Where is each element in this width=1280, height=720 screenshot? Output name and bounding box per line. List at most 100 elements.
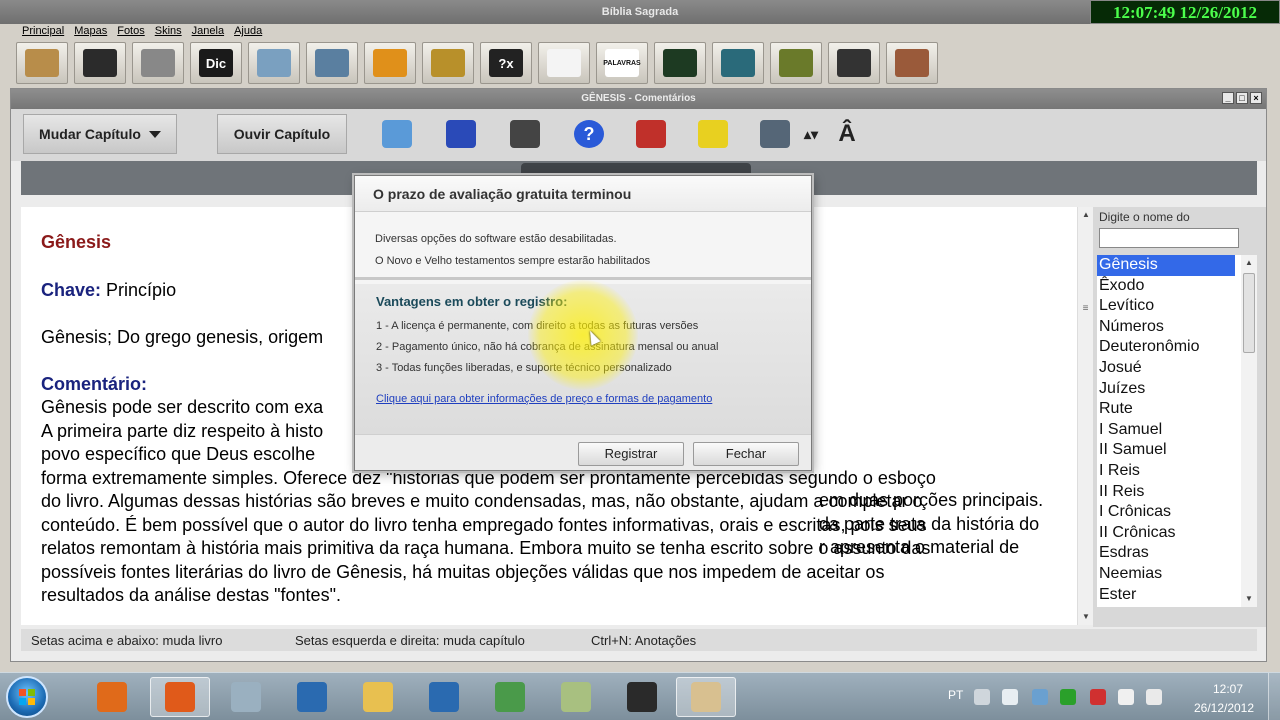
battery-icon[interactable] xyxy=(1146,689,1162,705)
keyboard-icon[interactable] xyxy=(974,689,990,705)
close-window-button[interactable]: × xyxy=(1250,92,1262,104)
book-list-item[interactable]: Deuteronômio xyxy=(1097,337,1257,358)
menu-mapas[interactable]: Mapas xyxy=(74,25,107,41)
taskbar-date[interactable]: 26/12/2012 xyxy=(1188,701,1260,715)
action-center-icon[interactable] xyxy=(1090,689,1106,705)
menu-skins[interactable]: Skins xyxy=(155,25,182,41)
toolbar-button[interactable] xyxy=(770,42,822,84)
menu-fotos[interactable]: Fotos xyxy=(117,25,145,41)
check-icon[interactable] xyxy=(1060,689,1076,705)
bible-app-icon xyxy=(691,682,721,712)
toolbar-button[interactable] xyxy=(74,42,126,84)
photos-icon xyxy=(315,49,349,77)
network-icon[interactable] xyxy=(1032,689,1048,705)
taskbar-app-button[interactable] xyxy=(348,677,408,717)
taskbar-app-button[interactable] xyxy=(612,677,672,717)
media-player-icon xyxy=(97,682,127,712)
book-list-scrollbar[interactable]: ▲ ▼ xyxy=(1241,255,1257,607)
list-scroll-down-icon[interactable]: ▼ xyxy=(1241,591,1257,607)
tool-button[interactable] xyxy=(441,115,481,153)
list-scroll-thumb[interactable] xyxy=(1243,273,1255,353)
scroll-down-arrow-icon[interactable]: ▼ xyxy=(1078,609,1094,625)
book-list-item[interactable]: Neemias xyxy=(1097,564,1257,585)
toolbar-button[interactable] xyxy=(248,42,300,84)
taskbar-app-button[interactable] xyxy=(480,677,540,717)
start-button[interactable] xyxy=(6,676,48,718)
listen-chapter-button[interactable]: Ouvir Capítulo xyxy=(217,114,347,154)
book-list-item[interactable]: Ester xyxy=(1097,585,1257,606)
volume-icon[interactable] xyxy=(1002,689,1018,705)
menu-ajuda[interactable]: Ajuda xyxy=(234,25,262,41)
book-list-item[interactable]: Josué xyxy=(1097,358,1257,379)
scroll-grip-icon[interactable]: ≡ xyxy=(1078,303,1093,314)
status-left-right: Setas esquerda e direita: muda capítulo xyxy=(295,633,525,648)
book-list-item[interactable]: Juízes xyxy=(1097,379,1257,400)
change-chapter-button[interactable]: Mudar Capítulo xyxy=(23,114,177,154)
book-list-item[interactable]: II Reis xyxy=(1097,482,1257,503)
taskbar-time[interactable]: 12:07 xyxy=(1198,682,1258,696)
book-list-item[interactable]: I Reis xyxy=(1097,461,1257,482)
book-list-item[interactable]: Êxodo xyxy=(1097,276,1257,297)
tool-button[interactable] xyxy=(693,115,733,153)
book-list-item[interactable]: II Samuel xyxy=(1097,440,1257,461)
taskbar-app-button[interactable] xyxy=(82,677,142,717)
show-desktop-button[interactable] xyxy=(1268,673,1280,720)
list-scroll-up-icon[interactable]: ▲ xyxy=(1241,255,1257,271)
status-notes: Ctrl+N: Anotações xyxy=(591,633,697,648)
toolbar-button[interactable] xyxy=(422,42,474,84)
tool-button[interactable] xyxy=(631,115,671,153)
taskbar-app-button[interactable] xyxy=(282,677,342,717)
toolbar-button[interactable] xyxy=(828,42,880,84)
toolbar-button[interactable] xyxy=(886,42,938,84)
book-list-item[interactable]: I Crônicas xyxy=(1097,502,1257,523)
menu-janela[interactable]: Janela xyxy=(192,25,224,41)
book-list-item[interactable]: Gênesis xyxy=(1097,255,1235,276)
maximize-button[interactable]: □ xyxy=(1236,92,1248,104)
toolbar-button[interactable] xyxy=(132,42,184,84)
taskbar-app-button[interactable] xyxy=(676,677,736,717)
book-list[interactable]: Gênesis Êxodo Levítico Números Deuteronômio J… xyxy=(1097,255,1257,607)
taskbar-app-button[interactable] xyxy=(150,677,210,717)
menu-principal[interactable]: Principal xyxy=(22,25,64,41)
toolbar-button[interactable] xyxy=(306,42,358,84)
book-list-item[interactable]: Números xyxy=(1097,317,1257,338)
trial-expired-dialog: O prazo de avaliação gratuita terminou D… xyxy=(354,175,812,471)
windows-taskbar: PT 12:07 26/12/2012 xyxy=(0,672,1280,720)
taskbar-app-button[interactable] xyxy=(546,677,606,717)
commentary-scrollbar[interactable]: ▲ ≡ ▼ xyxy=(1077,207,1093,625)
book-list-item[interactable]: Levítico xyxy=(1097,296,1257,317)
book-list-item[interactable]: I Samuel xyxy=(1097,420,1257,441)
pricing-link[interactable]: Clique aqui para obter informações de pr… xyxy=(376,393,811,405)
tool-button[interactable] xyxy=(505,115,545,153)
language-indicator[interactable]: PT xyxy=(948,688,963,702)
close-dialog-button[interactable]: Fechar xyxy=(693,442,799,466)
comment-fragment: em duas porções principais. xyxy=(819,490,1044,510)
toolbar-button[interactable] xyxy=(364,42,416,84)
book-list-item[interactable]: II Crônicas xyxy=(1097,523,1257,544)
toolbar-button[interactable]: ?x xyxy=(480,42,532,84)
dialog-title: O prazo de avaliação gratuita terminou xyxy=(355,176,811,212)
minimize-button[interactable]: _ xyxy=(1222,92,1234,104)
tool-button[interactable]: ▴▾ xyxy=(797,115,825,153)
map-icon xyxy=(257,49,291,77)
taskbar-app-button[interactable] xyxy=(216,677,276,717)
toolbar-button[interactable] xyxy=(538,42,590,84)
toolbar-button[interactable]: Dic xyxy=(190,42,242,84)
toolbar-button[interactable]: PALAVRAS xyxy=(596,42,648,84)
scroll-up-arrow-icon[interactable]: ▲ xyxy=(1078,207,1094,223)
register-button[interactable]: Registrar xyxy=(578,442,684,466)
signal-icon[interactable] xyxy=(1118,689,1134,705)
toolbar-button[interactable] xyxy=(16,42,68,84)
tool-button[interactable] xyxy=(755,115,795,153)
taskbar-app-button[interactable] xyxy=(414,677,474,717)
book-list-item[interactable]: Rute xyxy=(1097,399,1257,420)
tool-button[interactable] xyxy=(377,115,417,153)
advantages-title: Vantagens em obter o registro: xyxy=(376,294,568,309)
app-window-icon xyxy=(429,682,459,712)
toolbar-button[interactable] xyxy=(712,42,764,84)
book-search-input[interactable] xyxy=(1099,228,1239,248)
tool-button[interactable]: Â xyxy=(833,115,861,153)
tool-button[interactable]: ? xyxy=(569,115,609,153)
toolbar-button[interactable] xyxy=(654,42,706,84)
book-list-item[interactable]: Esdras xyxy=(1097,543,1257,564)
